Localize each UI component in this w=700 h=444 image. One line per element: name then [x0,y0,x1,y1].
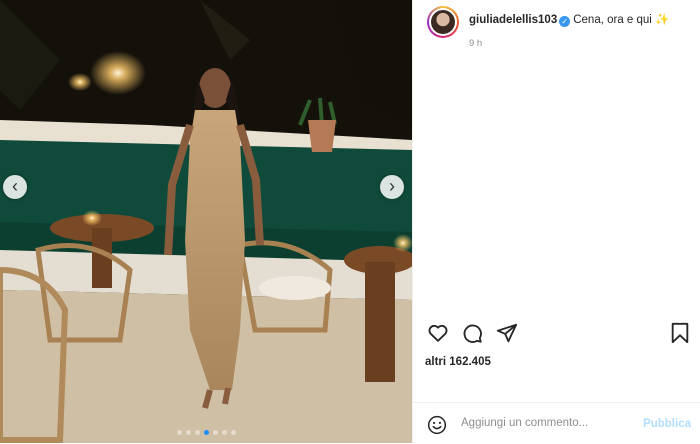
carousel-dot [194,430,200,435]
action-bar [413,322,700,348]
avatar-image [431,10,455,34]
publish-button[interactable]: Pubblica [643,418,691,430]
carousel-dot [212,430,218,435]
likes-count[interactable]: altri 162.405 [425,356,491,368]
post-details: giuliadelellis103 ✓ Cena, ora e qui ✨ 9 h … [412,0,700,443]
comment-input[interactable] [461,417,631,429]
post-media[interactable]: ‹ › [0,0,412,443]
chevron-left-icon: ‹ [12,176,18,196]
comment-icon[interactable] [461,322,483,344]
post-photo [0,0,412,443]
comment-bar: Pubblica [413,402,700,444]
post-time[interactable]: 9 h [469,38,482,49]
caption-text: Cena, ora e qui [573,14,652,26]
carousel-dot [221,430,227,435]
instagram-post: ‹ › giuliadelellis103 ✓ Cena, ora e qui ✨ … [0,0,700,443]
username-link[interactable]: giuliadelellis103 [469,14,557,26]
sparkles-emoji: ✨ [655,14,670,26]
emoji-icon[interactable] [427,415,447,435]
carousel-dot [176,430,182,435]
avatar-ring [429,8,457,36]
verified-badge-icon: ✓ [559,16,571,27]
post-header: giuliadelellis103 ✓ Cena, ora e qui ✨ [427,6,669,38]
previous-button[interactable]: ‹ [3,175,27,199]
avatar[interactable] [427,6,459,38]
caption: giuliadelellis103 ✓ Cena, ora e qui ✨ [469,13,669,27]
carousel-dot [185,430,191,435]
share-send-icon[interactable] [496,322,518,344]
next-button[interactable]: › [380,175,404,199]
like-heart-icon[interactable] [427,322,449,344]
carousel-dot [203,430,209,435]
save-bookmark-icon[interactable] [670,322,690,344]
carousel-dot [230,430,236,435]
carousel-indicator [0,430,412,435]
chevron-right-icon: › [389,176,395,196]
